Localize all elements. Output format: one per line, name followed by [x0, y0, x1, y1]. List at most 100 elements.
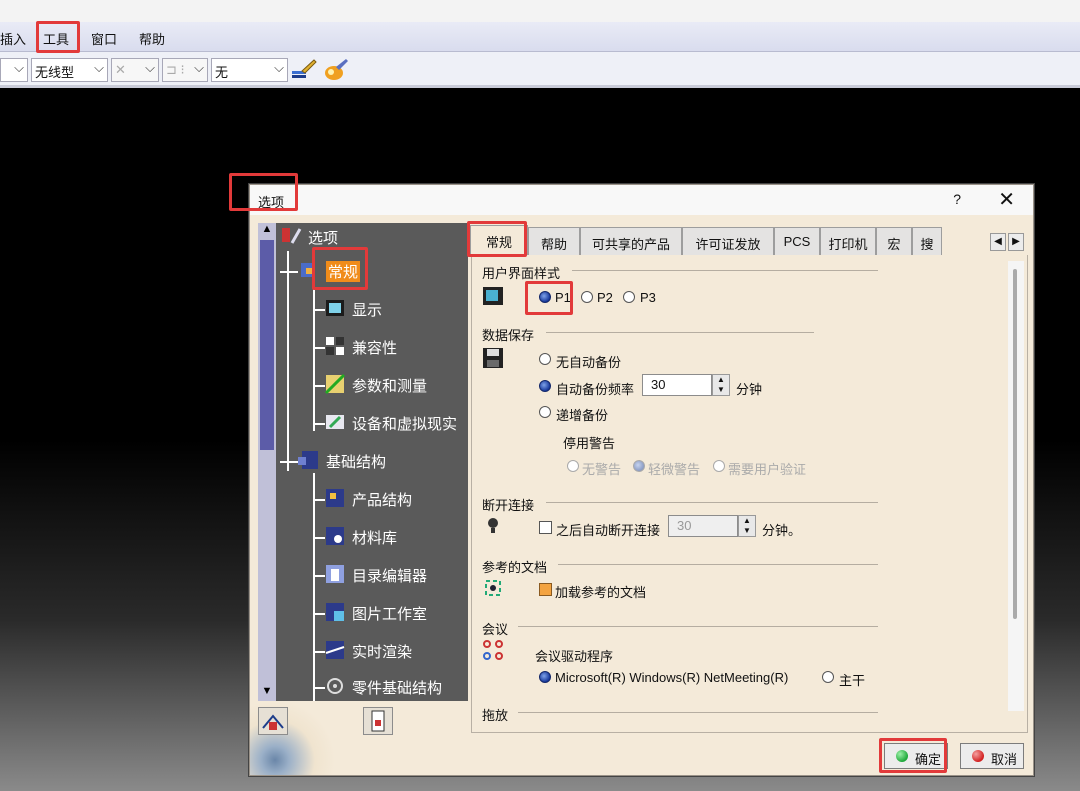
backup-frequency-stepper[interactable]: ▲ ▼	[712, 374, 730, 396]
realtime-render-icon	[325, 641, 345, 659]
tree-collapse-button[interactable]	[363, 707, 393, 735]
display-icon	[326, 300, 344, 316]
tab-scroll-right-icon[interactable]: ▶	[1008, 233, 1024, 251]
data-save-title: 数据保存	[482, 328, 535, 343]
menu-insert[interactable]: 插入	[0, 29, 26, 48]
stepper-up-icon[interactable]: ▲	[717, 375, 725, 384]
infrastructure-icon	[298, 451, 318, 469]
stepper-up-icon[interactable]: ▲	[743, 516, 751, 525]
disconnect-stepper[interactable]: ▲ ▼	[738, 515, 756, 537]
ok-button[interactable]: 确定	[884, 743, 948, 769]
floppy-disk-icon	[483, 348, 503, 368]
tab-search[interactable]: 搜	[912, 227, 942, 255]
light-warning-label: 轻微警告	[648, 462, 701, 477]
parameters-icon	[324, 373, 346, 395]
material-library-icon	[326, 527, 344, 545]
tree-line	[280, 461, 298, 463]
tab-pcs[interactable]: PCS	[774, 227, 820, 255]
tab-scroll-left-icon[interactable]: ◀	[990, 233, 1006, 251]
section-divider	[546, 502, 878, 503]
tree-collapse-icon	[371, 710, 385, 732]
radio-user-validation[interactable]	[713, 460, 725, 472]
ref-docs-title: 参考的文档	[482, 560, 548, 575]
radio-auto-backup[interactable]	[539, 380, 551, 392]
radio-p3-label: P3	[640, 290, 656, 305]
photo-studio-icon	[326, 603, 344, 621]
content-scroll-thumb[interactable]	[1013, 269, 1017, 619]
disable-warning-title: 停用警告	[563, 436, 616, 451]
catalog-editor-icon	[326, 565, 344, 583]
radio-p2[interactable]	[581, 291, 593, 303]
meeting-title: 会议	[482, 622, 509, 637]
section-divider	[572, 270, 878, 271]
tab-macros[interactable]: 宏	[876, 227, 912, 255]
scroll-down-icon[interactable]: ▼	[258, 685, 276, 701]
menu-bar: 插入 工具 窗口 帮助	[0, 22, 1080, 52]
paint-fill-icon[interactable]	[322, 57, 350, 83]
chevron-down-icon: ⌵	[94, 60, 104, 75]
reference-docs-icon	[485, 580, 501, 596]
radio-p1-label: P1	[555, 290, 571, 305]
radio-netmeeting[interactable]	[539, 671, 551, 683]
options-icon	[282, 228, 302, 244]
lightbulb-icon	[488, 518, 498, 533]
tree-line	[313, 473, 315, 701]
content-scrollbar[interactable]	[1008, 261, 1024, 711]
paint-brush-icon[interactable]	[290, 57, 318, 83]
radio-no-backup[interactable]	[539, 353, 551, 365]
combo-none[interactable]: 无 ⌵	[211, 58, 288, 82]
user-validation-label: 需要用户验证	[728, 462, 807, 477]
tab-printers[interactable]: 打印机	[820, 227, 876, 255]
menu-window[interactable]: 窗口	[91, 29, 117, 48]
menu-tools[interactable]: 工具	[43, 29, 69, 48]
tree-expand-button[interactable]	[258, 707, 288, 735]
window-top-strip	[0, 0, 1080, 22]
tree-line	[287, 251, 289, 471]
section-divider	[546, 332, 814, 333]
cancel-button[interactable]: 取消	[960, 743, 1024, 769]
radio-p1[interactable]	[539, 291, 551, 303]
close-button[interactable]: ✕	[998, 187, 1015, 212]
tab-general[interactable]: 常规	[470, 225, 528, 255]
tab-licensing[interactable]: 许可证发放	[682, 227, 774, 255]
radio-light-warning[interactable]	[633, 460, 645, 472]
combo-first[interactable]: ⌵	[0, 58, 28, 82]
green-dot-icon	[896, 750, 908, 762]
options-tree[interactable]: ▲ ▼ 选项 常规 显示 兼容性 参数和测量 设备和虚拟现实 基础结构 产品结构…	[258, 223, 468, 701]
combo-bracket[interactable]: ⊐ ⁝ ⌵	[162, 58, 208, 82]
incremental-backup-label: 递增备份	[556, 408, 609, 423]
disconnect-minutes-input[interactable]: 30	[668, 515, 738, 537]
gear-icon	[327, 678, 343, 694]
general-icon	[301, 263, 315, 277]
scroll-up-icon[interactable]: ▲	[258, 223, 276, 239]
tab-shareable-products[interactable]: 可共享的产品	[580, 227, 682, 255]
tree-expand-icon	[262, 714, 284, 730]
auto-backup-label: 自动备份频率	[556, 382, 635, 397]
auto-disconnect-checkbox[interactable]	[539, 521, 552, 534]
load-ref-docs-checkbox[interactable]	[539, 583, 552, 596]
backup-minutes-label: 分钟	[736, 382, 763, 397]
tree-line	[313, 271, 315, 431]
tree-scrollbar[interactable]: ▲ ▼	[258, 223, 276, 701]
tab-help[interactable]: 帮助	[528, 227, 580, 255]
disconnect-title: 断开连接	[482, 498, 535, 513]
radio-incremental-backup[interactable]	[539, 406, 551, 418]
menu-help[interactable]: 帮助	[139, 29, 165, 48]
radio-no-warning[interactable]	[567, 460, 579, 472]
backup-frequency-input[interactable]: 30	[642, 374, 712, 396]
disconnect-minutes-label: 分钟。	[762, 523, 802, 538]
options-dialog: 选项 ? ✕ ▲ ▼ 选项 常规 显示 兼容性 参数和测量 设备和虚拟现实 基础…	[249, 184, 1034, 776]
radio-p2-label: P2	[597, 290, 613, 305]
combo-x[interactable]: ✕ ⌵	[111, 58, 159, 82]
stepper-down-icon[interactable]: ▼	[717, 385, 725, 394]
scroll-thumb[interactable]	[260, 240, 274, 450]
radio-backbone[interactable]	[822, 671, 834, 683]
stepper-down-icon[interactable]: ▼	[743, 526, 751, 535]
radio-p3[interactable]	[623, 291, 635, 303]
general-tab-content: 用户界面样式 P1 P2 P3 数据保存 无自动备份 自动备份频率 30 ▲ ▼ …	[471, 255, 1028, 733]
help-button[interactable]: ?	[953, 191, 961, 207]
netmeeting-label: Microsoft(R) Windows(R) NetMeeting(R)	[555, 670, 789, 685]
monitor-icon	[483, 287, 503, 305]
toolbar: ⌵ 无线型 ⌵ ✕ ⌵ ⊐ ⁝ ⌵ 无 ⌵	[0, 52, 1080, 88]
line-type-combo[interactable]: 无线型 ⌵	[31, 58, 108, 82]
